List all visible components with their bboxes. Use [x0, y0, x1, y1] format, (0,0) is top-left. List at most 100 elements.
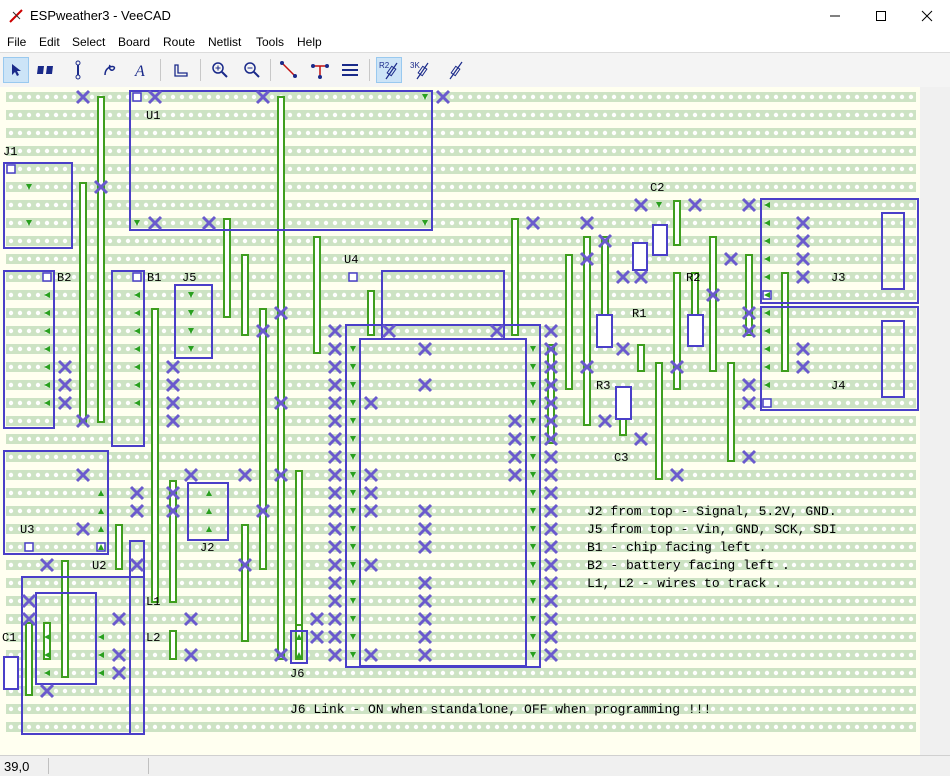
strip-hole	[863, 112, 869, 118]
wire-link[interactable]	[169, 630, 177, 660]
wire-link[interactable]	[61, 560, 69, 678]
wire-tool-button[interactable]	[98, 57, 124, 83]
pin-one-marker[interactable]	[348, 272, 358, 282]
wire-link[interactable]	[151, 308, 159, 603]
wire-link[interactable]	[241, 254, 249, 336]
strip-hole	[575, 634, 581, 640]
pin-one-marker[interactable]	[6, 164, 16, 174]
net-trace-icon	[311, 64, 329, 79]
strip-hole	[62, 346, 68, 352]
wire-link[interactable]	[583, 236, 591, 426]
menu-help[interactable]: Help	[297, 35, 322, 49]
wire-link[interactable]	[709, 236, 717, 372]
stripboard-layout[interactable]: U1 J1 B2 B1 J5 U4 C2 R2 R1 R3 C3 J3 J4 U…	[0, 87, 950, 755]
strips-tool-button[interactable]	[337, 57, 363, 83]
menu-tools[interactable]: Tools	[256, 35, 284, 49]
strip-hole	[413, 256, 419, 262]
menu-board[interactable]: Board	[118, 35, 150, 49]
menu-edit[interactable]: Edit	[39, 35, 60, 49]
menu-route[interactable]: Route	[163, 35, 195, 49]
wire-link[interactable]	[655, 362, 663, 480]
strip-hole	[44, 256, 50, 262]
component-body[interactable]	[652, 224, 668, 256]
component-tool-button[interactable]	[33, 57, 59, 83]
pin-one-marker[interactable]	[132, 92, 142, 102]
strip-hole	[872, 634, 878, 640]
zoom-in-tool-button[interactable]	[207, 57, 233, 83]
close-button[interactable]	[904, 0, 950, 32]
pin-one-marker[interactable]	[42, 272, 52, 282]
zoom-out-tool-button[interactable]	[239, 57, 265, 83]
strip-hole	[206, 238, 212, 244]
pin-one-marker[interactable]	[24, 542, 34, 552]
component-body[interactable]	[3, 656, 19, 690]
wire-link[interactable]	[97, 96, 105, 423]
menu-file[interactable]: File	[7, 35, 26, 49]
wire-link[interactable]	[169, 480, 177, 603]
wire-link[interactable]	[367, 290, 375, 336]
wire-link[interactable]	[673, 200, 681, 246]
strip-hole	[908, 670, 914, 676]
wire-link[interactable]	[25, 622, 33, 696]
wire-link[interactable]	[565, 254, 573, 390]
board-canvas[interactable]: U1 J1 B2 B1 J5 U4 C2 R2 R1 R3 C3 J3 J4 U…	[0, 87, 950, 755]
component-body[interactable]	[596, 314, 613, 348]
3k-view-tool-button[interactable]: 3K	[407, 57, 433, 83]
strip-hole	[44, 184, 50, 190]
minimize-button[interactable]	[812, 0, 858, 32]
pin-one-marker[interactable]	[132, 272, 142, 282]
strip-hole	[467, 670, 473, 676]
strip-hole	[782, 616, 788, 622]
wire-link[interactable]	[223, 218, 231, 318]
strip-hole	[800, 112, 806, 118]
select-tool-button[interactable]	[3, 57, 29, 83]
strip-hole	[881, 652, 887, 658]
strip-hole	[395, 490, 401, 496]
menu-select[interactable]: Select	[72, 35, 105, 49]
blank-view-tool-button[interactable]	[443, 57, 469, 83]
wire-link[interactable]	[259, 308, 267, 570]
menu-netlist[interactable]: Netlist	[208, 35, 241, 49]
wire-link[interactable]	[637, 344, 645, 372]
ruler-tool-button[interactable]	[168, 57, 194, 83]
wire-link[interactable]	[295, 470, 303, 642]
strip-hole	[395, 418, 401, 424]
component-body[interactable]	[615, 386, 632, 420]
wire-link[interactable]	[241, 524, 249, 642]
wire-link[interactable]	[727, 362, 735, 462]
strip-hole	[197, 130, 203, 136]
maximize-button[interactable]	[858, 0, 904, 32]
strip-hole	[197, 328, 203, 334]
net-trace-tool-button[interactable]	[307, 57, 333, 83]
pin-one-marker[interactable]	[762, 398, 772, 408]
strip-hole	[116, 328, 122, 334]
strip-hole	[449, 346, 455, 352]
strip-hole	[629, 724, 635, 730]
strip-hole	[332, 112, 338, 118]
strip-hole	[512, 148, 518, 154]
strip-hole	[134, 652, 140, 658]
text-tool-button[interactable]: A	[128, 57, 154, 83]
wire-link[interactable]	[511, 218, 519, 336]
component-body[interactable]	[632, 242, 648, 271]
wire-link[interactable]	[781, 272, 789, 372]
strip-hole	[593, 472, 599, 478]
wire-link[interactable]	[547, 344, 555, 444]
wire-link[interactable]	[673, 272, 681, 390]
wire-link[interactable]	[277, 96, 285, 660]
wire-link[interactable]	[745, 254, 753, 336]
strip-hole	[728, 130, 734, 136]
r2-view-tool-button[interactable]: R2	[376, 57, 402, 83]
strip-hole	[701, 364, 707, 370]
wire-link[interactable]	[79, 182, 87, 423]
strip-hole	[890, 220, 896, 226]
strip-hole	[287, 400, 293, 406]
strip-hole	[89, 580, 95, 586]
wire-link[interactable]	[115, 524, 123, 570]
component-body[interactable]	[687, 314, 704, 347]
connectivity-tool-button[interactable]	[276, 57, 302, 83]
strip-hole	[890, 94, 896, 100]
link-tool-button[interactable]	[65, 57, 91, 83]
strip-hole	[827, 238, 833, 244]
wire-link[interactable]	[313, 236, 321, 354]
